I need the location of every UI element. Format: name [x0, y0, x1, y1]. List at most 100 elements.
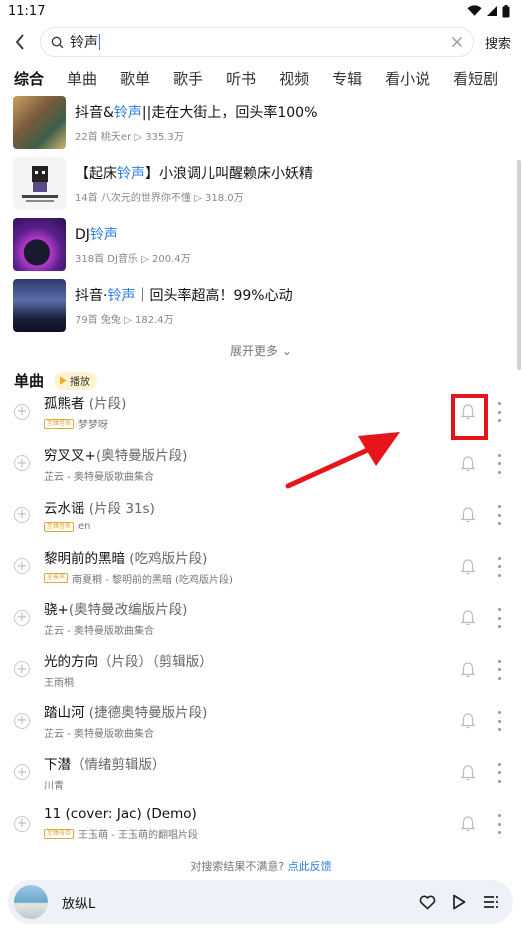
search-input[interactable]: 铃声: [70, 32, 451, 52]
tab-short-dramas[interactable]: 看短剧: [453, 60, 498, 96]
song-meta: 全景声 南夏桐 - 黎明前的黑暗 (吃鸡版片段): [44, 571, 233, 586]
song-row[interactable]: + 云水谣 (片段 31s) 至臻音质 en: [0, 489, 522, 541]
search-box[interactable]: 铃声: [40, 27, 474, 57]
song-meta: 芷云 - 奥特曼版歌曲集合: [44, 626, 154, 638]
add-icon[interactable]: +: [14, 403, 30, 420]
quality-badge: 至臻音质: [44, 418, 75, 429]
more-options-icon[interactable]: [496, 711, 502, 731]
text-caret: [99, 34, 100, 50]
add-icon[interactable]: +: [14, 815, 30, 832]
more-options-icon[interactable]: [496, 608, 502, 628]
add-icon[interactable]: +: [14, 609, 30, 626]
song-title: 11 (cover: Jac) (Demo): [44, 806, 197, 823]
song-title: 穷叉叉+(奥特曼版片段): [44, 447, 188, 464]
song-meta: 至臻音质 en: [44, 521, 155, 532]
song-row[interactable]: + 孤熊者 (片段) 至臻音质 梦梦呀: [0, 386, 522, 438]
song-row[interactable]: + 骁+(奥特曼改编版片段) 芷云 - 奥特曼版歌曲集合: [0, 592, 522, 644]
more-options-icon[interactable]: [496, 453, 502, 474]
more-options-icon[interactable]: [496, 556, 502, 577]
play-icon: [60, 376, 67, 385]
player-cover[interactable]: [14, 885, 48, 919]
song-row[interactable]: + 穷叉叉+(奥特曼版片段) 芷云 - 奥特曼版歌曲集合: [0, 438, 522, 490]
player-track-title[interactable]: 放纵L: [62, 893, 411, 912]
song-row[interactable]: + 下潜（情绪剪辑版） 川青: [0, 747, 522, 799]
tab-singers[interactable]: 歌手: [173, 60, 203, 96]
add-icon[interactable]: +: [14, 558, 30, 575]
playlist-cover: [13, 157, 66, 210]
show-more-button[interactable]: 展开更多 ⌄: [0, 342, 522, 359]
search-query: 铃声: [70, 35, 98, 51]
song-meta: 芷云 - 奥特曼版歌曲集合: [44, 471, 154, 483]
playlist-item[interactable]: 抖音&铃声||走在大街上，回头率100% 22首 桃夭er ▷ 335.3万: [0, 92, 522, 153]
playlist-title: DJ铃声: [75, 227, 118, 243]
tab-albums[interactable]: 专辑: [332, 60, 362, 96]
song-row[interactable]: + 黎明前的黑暗 (吃鸡版片段) 全景声 南夏桐 - 黎明前的黑暗 (吃鸡版片段): [0, 541, 522, 593]
play-button[interactable]: [443, 886, 475, 918]
ringtone-bell-icon[interactable]: [460, 661, 476, 679]
song-title: 踏山河 (捷德奥特曼版片段): [44, 705, 208, 722]
song-title: 光的方向（片段）（剪辑版）: [44, 653, 213, 670]
song-title: 下潜（情绪剪辑版）: [44, 756, 166, 773]
playlist-cover: [13, 218, 66, 271]
song-meta: 至臻母带 王玉萌 - 王玉萌的翻唱片段: [44, 826, 198, 841]
song-meta: 川青: [44, 780, 64, 792]
playlist-title: 【起床铃声】小浪调儿叫醒赖床小妖精: [75, 166, 313, 182]
tab-novels[interactable]: 看小说: [385, 60, 430, 96]
more-options-icon[interactable]: [496, 402, 502, 422]
search-row: 铃声 搜索: [0, 26, 522, 58]
ringtone-bell-icon[interactable]: [460, 712, 476, 730]
add-icon[interactable]: +: [14, 661, 30, 678]
playlist-title: 抖音&铃声||走在大街上，回头率100%: [75, 105, 318, 121]
add-icon[interactable]: +: [14, 712, 30, 729]
playlist-meta: 14首 八次元的世界你不懂 ▷ 318.0万: [75, 193, 244, 204]
heart-icon: [419, 895, 435, 909]
ringtone-bell-icon[interactable]: [460, 455, 476, 473]
clear-icon[interactable]: [451, 36, 463, 48]
playlist-item[interactable]: 抖音·铃声｜回头率超高！99%心动 79首 兔兔 ▷ 182.4万: [0, 275, 522, 336]
playlist-button[interactable]: [475, 886, 507, 918]
feedback-link[interactable]: 点此反馈: [288, 860, 332, 873]
playlist-item[interactable]: 【起床铃声】小浪调儿叫醒赖床小妖精 14首 八次元的世界你不懂 ▷ 318.0万: [0, 153, 522, 214]
back-button[interactable]: [0, 26, 40, 58]
song-row[interactable]: + 踏山河 (捷德奥特曼版片段) 芷云 - 奥特曼版歌曲集合: [0, 695, 522, 747]
chevron-left-icon: [15, 34, 24, 50]
signal-icon: [487, 6, 497, 16]
playlist-meta: 318首 DJ音乐 ▷ 200.4万: [75, 254, 191, 265]
playlist-meta: 79首 兔兔 ▷ 182.4万: [75, 315, 174, 326]
favorite-button[interactable]: [411, 886, 443, 918]
ringtone-bell-icon[interactable]: [460, 609, 476, 627]
status-icons: [467, 4, 510, 18]
add-icon[interactable]: +: [14, 764, 30, 781]
feedback-line: 对搜索结果不满意? 点此反馈: [190, 860, 332, 873]
add-icon[interactable]: +: [14, 506, 30, 523]
more-options-icon[interactable]: [496, 814, 502, 834]
more-options-icon[interactable]: [496, 659, 502, 680]
song-meta: 王雨桐: [44, 677, 74, 689]
song-meta: 芷云 - 奥特曼版歌曲集合: [44, 729, 154, 741]
quality-badge: 全景声: [44, 573, 69, 584]
play-icon: [453, 894, 466, 910]
song-list: + 孤熊者 (片段) 至臻音质 梦梦呀 + 穷叉叉+(奥特曼版片段) 芷云 - 奥…: [0, 386, 522, 850]
song-row[interactable]: + 11 (cover: Jac) (Demo) 至臻母带 王玉萌 - 王玉萌的翻…: [0, 798, 522, 850]
more-options-icon[interactable]: [496, 762, 502, 783]
playlist-meta: 22首 桃夭er ▷ 335.3万: [75, 132, 184, 143]
playlist-icon: [484, 896, 498, 908]
song-row[interactable]: + 光的方向（片段）（剪辑版） 王雨桐: [0, 644, 522, 696]
mini-player[interactable]: 放纵L: [8, 880, 513, 924]
scrollbar[interactable]: [517, 160, 521, 370]
ringtone-bell-icon[interactable]: [460, 815, 476, 833]
more-options-icon[interactable]: [496, 505, 502, 525]
annotation-highlight-box: [451, 394, 488, 440]
add-icon[interactable]: +: [14, 455, 30, 472]
ringtone-bell-icon[interactable]: [460, 764, 476, 782]
playlist-item[interactable]: DJ铃声 318首 DJ音乐 ▷ 200.4万: [0, 214, 522, 275]
ringtone-bell-icon[interactable]: [460, 558, 476, 576]
tab-songs[interactable]: 单曲: [67, 60, 97, 96]
tab-audiobooks[interactable]: 听书: [226, 60, 256, 96]
tab-playlists[interactable]: 歌单: [120, 60, 150, 96]
search-button[interactable]: 搜索: [474, 33, 522, 52]
song-title: 骁+(奥特曼改编版片段): [44, 602, 188, 619]
tab-videos[interactable]: 视频: [279, 60, 309, 96]
tab-all[interactable]: 综合: [14, 60, 45, 96]
ringtone-bell-icon[interactable]: [460, 506, 476, 524]
